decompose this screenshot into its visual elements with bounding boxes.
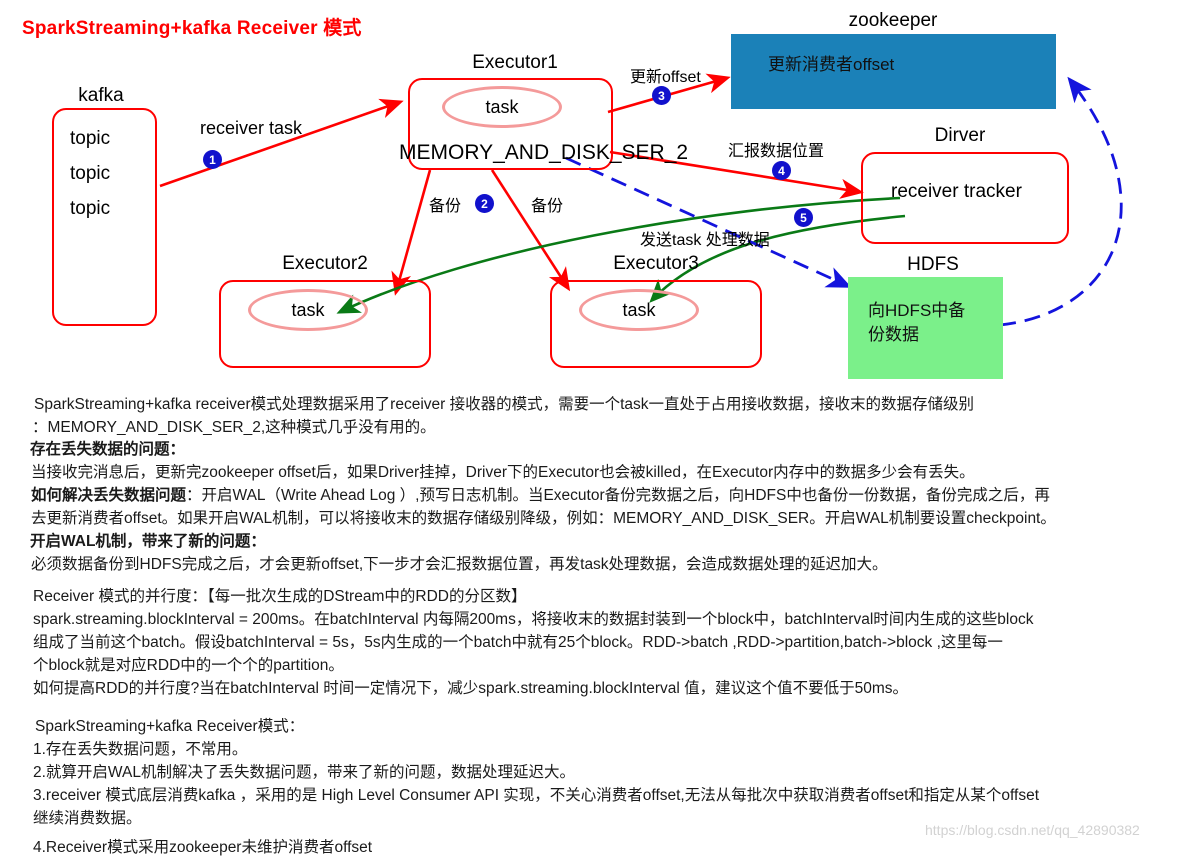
prose-line-19: 4.Receiver模式采用zookeeper未维护消费者offset	[33, 839, 373, 856]
step-badge-4: 4	[772, 161, 791, 180]
executor1-task-ellipse: task	[442, 86, 562, 128]
kafka-topic-3: topic	[70, 198, 111, 219]
arrow-label-backup-right: 备份	[531, 198, 564, 215]
kafka-topic-1: topic	[70, 128, 111, 149]
hdfs-body-line1: 向HDFS中备	[868, 301, 966, 320]
prose-line-15: 1.存在丢失数据问题，不常用。	[33, 741, 248, 758]
arrow-label-receiver-task: receiver task	[200, 118, 303, 138]
zookeeper-body-text: 更新消费者offset	[731, 34, 1056, 109]
hdfs-body-text: 向HDFS中备 份数据	[848, 277, 1003, 379]
executor2-caption: Executor2	[282, 253, 368, 274]
prose-line-8: 必须数据备份到HDFS完成之后，才会更新offset,下一步才会汇报数据位置，再…	[31, 556, 888, 573]
prose-line-4: 当接收完消息后，更新完zookeeper offset后，如果Driver挂掉，…	[31, 464, 975, 481]
prose-line-18: 继续消费数据。	[33, 810, 142, 827]
driver-body-label: receiver tracker	[891, 181, 1022, 202]
prose-line-5-rest: ：开启WAL（Write Ahead Log ）,预写日志机制。当Executo…	[186, 487, 1050, 504]
prose-line-3: 存在丢失数据的问题：	[30, 441, 186, 458]
step-badge-1: 1	[203, 150, 222, 169]
zookeeper-caption: zookeeper	[848, 10, 938, 31]
driver-caption: Dirver	[934, 125, 986, 146]
executor1-caption: Executor1	[472, 52, 558, 73]
step-badge-2: 2	[475, 194, 494, 213]
executor2-task-ellipse: task	[248, 289, 368, 331]
prose-line-6: 去更新消费者offset。如果开启WAL机制，可以将接收末的数据存储级别降级，例…	[31, 510, 1056, 527]
kafka-topic-2: topic	[70, 163, 111, 184]
prose-line-13: 如何提高RDD的并行度?当在batchInterval 时间一定情况下，减少sp…	[33, 680, 909, 697]
executor3-task-ellipse: task	[579, 289, 699, 331]
prose-line-1: SparkStreaming+kafka receiver模式处理数据采用了re…	[34, 396, 975, 413]
prose-line-16: 2.就算开启WAL机制解决了丢失数据问题，带来了新的问题，数据处理延迟大。	[33, 764, 575, 781]
prose-line-5: 如何解决丢失数据问题：开启WAL（Write Ahead Log ）,预写日志机…	[31, 488, 1050, 504]
prose-line-11: 组成了当前这个batch。假设batchInterval = 5s，5s内生成的…	[33, 634, 1003, 651]
prose-line-10: spark.streaming.blockInterval = 200ms。在b…	[33, 611, 1034, 628]
architecture-diagram: kafka topic topic topic receiver task 1 …	[0, 0, 1186, 388]
hdfs-caption: HDFS	[907, 254, 959, 275]
prose-line-7: 开启WAL机制，带来了新的问题：	[30, 533, 266, 550]
prose-line-17: 3.receiver 模式底层消费kafka ，采用的是 High Level …	[33, 787, 1040, 804]
prose-line-5-bold: 如何解决丢失数据问题	[31, 487, 187, 504]
arrow-label-report-position: 汇报数据位置	[728, 143, 825, 160]
prose-line-2: ：MEMORY_AND_DISK_SER_2,这种模式几乎没有用的。	[32, 419, 436, 436]
arrow-label-send-task: 发送task 处理数据	[640, 232, 770, 249]
prose-line-12: 个block就是对应RDD中的一个个的partition。	[33, 657, 344, 674]
prose-line-14: SparkStreaming+kafka Receiver模式：	[35, 718, 305, 735]
step-badge-5: 5	[794, 208, 813, 227]
zookeeper-body-label: 更新消费者offset	[768, 55, 895, 74]
csdn-watermark: https://blog.csdn.net/qq_42890382	[925, 822, 1140, 838]
executor1-storage-level: MEMORY_AND_DISK_SER_2	[399, 141, 689, 164]
arrow-label-backup-left: 备份	[429, 198, 462, 215]
hdfs-body-line2: 份数据	[868, 325, 919, 344]
step-badge-3: 3	[652, 86, 671, 105]
arrow-label-update-offset: 更新offset	[630, 69, 701, 86]
executor3-caption: Executor3	[613, 253, 699, 274]
kafka-caption: kafka	[78, 85, 124, 106]
prose-line-9: Receiver 模式的并行度：【每一批次生成的DStream中的RDD的分区数…	[33, 588, 527, 605]
